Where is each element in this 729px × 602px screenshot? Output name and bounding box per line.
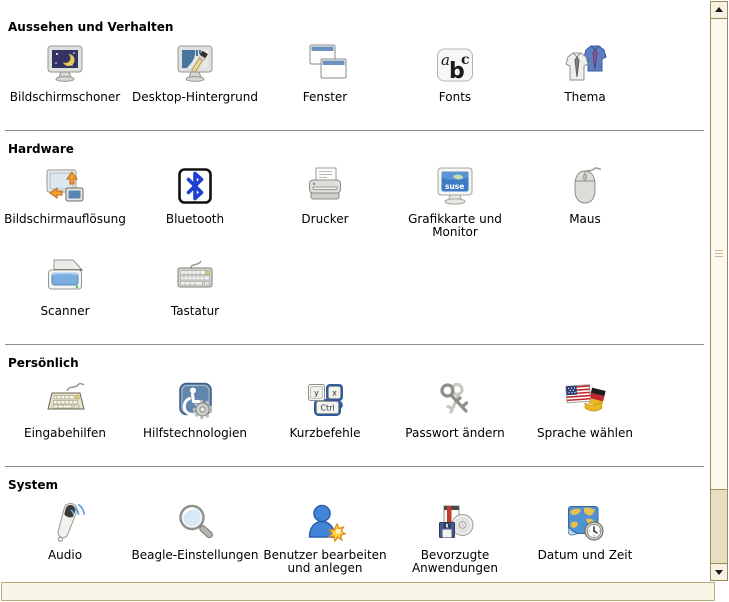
launcher-label: Fenster bbox=[302, 90, 348, 104]
section-title-hardware: Hardware bbox=[8, 142, 74, 156]
launcher-grafikkarte-und-monitor[interactable]: suse Grafikkarte und Monitor bbox=[390, 163, 520, 239]
section-separator bbox=[5, 344, 704, 345]
launcher-label: Bildschirmschoner bbox=[9, 90, 121, 104]
section-items-aussehen: Bildschirmschoner Desktop-Hintergrund Fe… bbox=[0, 41, 710, 104]
section-title-system: System bbox=[8, 478, 58, 492]
thumb-grip-icon bbox=[715, 250, 723, 259]
bluetooth-icon bbox=[171, 163, 219, 211]
section-items-hardware: Bildschirmauflösung Bluetooth Drucker su… bbox=[0, 163, 710, 318]
launcher-tastatur[interactable]: Tastatur bbox=[130, 255, 260, 318]
launcher-bluetooth[interactable]: Bluetooth bbox=[130, 163, 260, 239]
theme-shirts-icon bbox=[561, 41, 609, 89]
section-separator bbox=[5, 130, 704, 131]
scroll-down-icon bbox=[715, 570, 723, 575]
launcher-bevorzugte-anwendungen[interactable]: Bevorzugte Anwendungen bbox=[390, 499, 520, 575]
launcher-scanner[interactable]: Scanner bbox=[0, 255, 130, 318]
scroll-up-icon bbox=[715, 7, 723, 12]
control-center-icon-view: Aussehen und Verhalten Bildschirmschoner bbox=[0, 0, 710, 582]
screensaver-icon bbox=[41, 41, 89, 89]
launcher-kurzbefehle[interactable]: x Ctrl y Kurzbefehle bbox=[260, 377, 390, 440]
launcher-passwort-aendern[interactable]: Passwort ändern bbox=[390, 377, 520, 440]
scroll-up-button[interactable] bbox=[711, 2, 727, 19]
launcher-label: Drucker bbox=[301, 212, 349, 226]
password-keys-icon bbox=[431, 377, 479, 425]
svg-text:x: x bbox=[332, 389, 337, 398]
user-account-icon bbox=[301, 499, 349, 547]
section-separator bbox=[5, 466, 704, 467]
launcher-label: Thema bbox=[564, 90, 606, 104]
svg-text:Ctrl: Ctrl bbox=[320, 404, 334, 413]
launcher-label: Sprache wählen bbox=[536, 426, 634, 440]
launcher-eingabehilfen[interactable]: Eingabehilfen bbox=[0, 377, 130, 440]
printer-icon bbox=[301, 163, 349, 211]
launcher-label: Beagle-Einstellungen bbox=[131, 548, 259, 562]
launcher-label: Benutzer bearbeiten und anlegen bbox=[263, 548, 387, 575]
launcher-label: Audio bbox=[47, 548, 83, 562]
launcher-sprache-waehlen[interactable]: Sprache wählen bbox=[520, 377, 650, 440]
desktop-background-icon bbox=[171, 41, 219, 89]
svg-text:c: c bbox=[461, 52, 470, 68]
search-magnifier-icon bbox=[171, 499, 219, 547]
date-time-icon bbox=[561, 499, 609, 547]
launcher-fenster[interactable]: Fenster bbox=[260, 41, 390, 104]
vertical-scrollbar[interactable] bbox=[710, 1, 728, 581]
keyboard-icon bbox=[171, 255, 219, 303]
section-items-system: Audio Beagle-Einstellungen Benutzer bear… bbox=[0, 499, 710, 575]
audio-speaker-icon bbox=[41, 499, 89, 547]
launcher-label: Tastatur bbox=[170, 304, 220, 318]
section-title-aussehen: Aussehen und Verhalten bbox=[8, 20, 174, 34]
accessible-keyboard-icon bbox=[41, 377, 89, 425]
launcher-label: Maus bbox=[569, 212, 601, 226]
launcher-label: Datum und Zeit bbox=[537, 548, 633, 562]
launcher-maus[interactable]: Maus bbox=[520, 163, 650, 239]
fonts-icon: a b c bbox=[431, 41, 479, 89]
keyboard-shortcuts-icon: x Ctrl y bbox=[301, 377, 349, 425]
launcher-fonts[interactable]: a b c Fonts bbox=[390, 41, 520, 104]
svg-text:suse: suse bbox=[445, 182, 464, 191]
section-title-persoenlich: Persönlich bbox=[8, 356, 79, 370]
launcher-label: Kurzbefehle bbox=[289, 426, 361, 440]
assistive-technology-icon bbox=[171, 377, 219, 425]
launcher-datum-und-zeit[interactable]: Datum und Zeit bbox=[520, 499, 650, 575]
launcher-benutzer-bearbeiten[interactable]: Benutzer bearbeiten und anlegen bbox=[260, 499, 390, 575]
launcher-desktop-hintergrund[interactable]: Desktop-Hintergrund bbox=[130, 41, 260, 104]
launcher-label: Fonts bbox=[438, 90, 472, 104]
screen-resolution-icon bbox=[41, 163, 89, 211]
statusbar bbox=[1, 582, 715, 601]
launcher-beagle-einstellungen[interactable]: Beagle-Einstellungen bbox=[130, 499, 260, 575]
launcher-drucker[interactable]: Drucker bbox=[260, 163, 390, 239]
launcher-label: Bevorzugte Anwendungen bbox=[411, 548, 499, 575]
launcher-label: Desktop-Hintergrund bbox=[132, 90, 258, 104]
launcher-label: Passwort ändern bbox=[405, 426, 505, 440]
scrollbar-thumb[interactable] bbox=[711, 19, 727, 490]
preferred-applications-icon bbox=[431, 499, 479, 547]
language-flags-icon bbox=[561, 377, 609, 425]
mouse-icon bbox=[561, 163, 609, 211]
launcher-bildschirmaufloesung[interactable]: Bildschirmauflösung bbox=[0, 163, 130, 239]
launcher-label: Grafikkarte und Monitor bbox=[408, 212, 502, 239]
launcher-label: Eingabehilfen bbox=[24, 426, 106, 440]
launcher-audio[interactable]: Audio bbox=[0, 499, 130, 575]
svg-text:y: y bbox=[314, 389, 319, 398]
launcher-bildschirmschoner[interactable]: Bildschirmschoner bbox=[0, 41, 130, 104]
section-items-persoenlich: Eingabehilfen Hilfstechnologien x Ctrl y… bbox=[0, 377, 710, 440]
suse-monitor-icon: suse bbox=[431, 163, 479, 211]
launcher-hilfstechnologien[interactable]: Hilfstechnologien bbox=[130, 377, 260, 440]
launcher-label: Scanner bbox=[40, 304, 90, 318]
scroll-down-button[interactable] bbox=[711, 563, 727, 580]
launcher-label: Hilfstechnologien bbox=[142, 426, 248, 440]
launcher-label: Bildschirmauflösung bbox=[4, 212, 126, 226]
scanner-icon bbox=[41, 255, 89, 303]
launcher-thema[interactable]: Thema bbox=[520, 41, 650, 104]
windows-icon bbox=[301, 41, 349, 89]
launcher-label: Bluetooth bbox=[165, 212, 225, 226]
